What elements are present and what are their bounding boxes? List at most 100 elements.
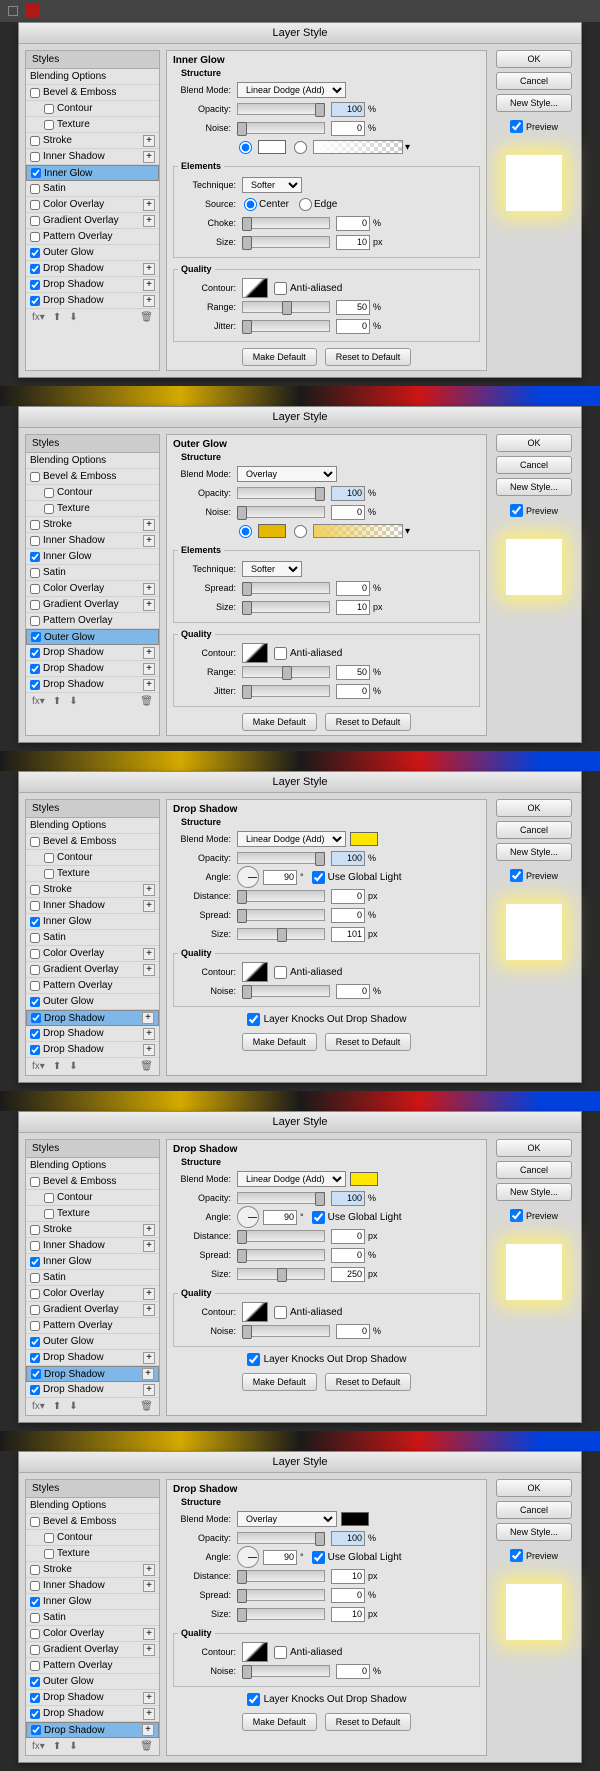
value-input[interactable]: [336, 235, 370, 250]
slider[interactable]: [242, 601, 330, 613]
add-effect-icon[interactable]: +: [143, 1240, 155, 1252]
antialias-checkbox[interactable]: [274, 282, 287, 295]
slider[interactable]: [237, 487, 325, 499]
style-item-color_overlay[interactable]: Color Overlay+: [26, 197, 159, 213]
slider[interactable]: [237, 1532, 325, 1544]
style-item-satin[interactable]: Satin: [26, 565, 159, 581]
style-checkbox[interactable]: [30, 680, 40, 690]
add-effect-icon[interactable]: +: [143, 199, 155, 211]
add-effect-icon[interactable]: +: [143, 519, 155, 531]
style-item-contour[interactable]: Contour: [26, 101, 159, 117]
style-checkbox[interactable]: [30, 1305, 40, 1315]
style-item-gradient_overlay[interactable]: Gradient Overlay+: [26, 1642, 159, 1658]
slider[interactable]: [242, 236, 330, 248]
style-item-pattern_overlay[interactable]: Pattern Overlay: [26, 613, 159, 629]
gradient-menu-icon[interactable]: ▾: [405, 526, 410, 537]
make-default-button[interactable]: Make Default: [242, 713, 317, 731]
make-default-button[interactable]: Make Default: [242, 1713, 317, 1731]
knockout-checkbox[interactable]: [247, 1693, 260, 1706]
new-style-button[interactable]: New Style...: [496, 478, 572, 496]
style-item-inner_glow[interactable]: Inner Glow: [26, 914, 159, 930]
style-checkbox[interactable]: [44, 1549, 54, 1559]
color-swatch[interactable]: [350, 1172, 378, 1186]
style-item-drop_shadow_2[interactable]: Drop Shadow+: [26, 1366, 159, 1382]
move-up-icon[interactable]: ⬆: [53, 1061, 61, 1072]
new-style-button[interactable]: New Style...: [496, 1523, 572, 1541]
slider[interactable]: [237, 1570, 325, 1582]
angle-dial[interactable]: [237, 1206, 259, 1228]
add-effect-icon[interactable]: +: [143, 151, 155, 163]
color-swatch[interactable]: [350, 832, 378, 846]
style-checkbox[interactable]: [44, 104, 54, 114]
style-item-inner_glow[interactable]: Inner Glow: [26, 165, 159, 181]
slider[interactable]: [242, 985, 330, 997]
style-checkbox[interactable]: [31, 168, 41, 178]
trash-icon[interactable]: 🗑: [140, 1401, 153, 1412]
style-item-texture[interactable]: Texture: [26, 501, 159, 517]
preview-checkbox[interactable]: Preview: [510, 120, 558, 133]
slider[interactable]: [237, 1608, 325, 1620]
add-effect-icon[interactable]: +: [143, 900, 155, 912]
style-checkbox[interactable]: [30, 600, 40, 610]
global-light-checkbox[interactable]: [312, 1551, 325, 1564]
preview-checkbox[interactable]: Preview: [510, 1209, 558, 1222]
new-style-button[interactable]: New Style...: [496, 94, 572, 112]
style-item-inner_shadow[interactable]: Inner Shadow+: [26, 1578, 159, 1594]
slider[interactable]: [237, 122, 325, 134]
slider[interactable]: [242, 217, 330, 229]
style-item-outer_glow[interactable]: Outer Glow: [26, 245, 159, 261]
contour-swatch[interactable]: [242, 1642, 268, 1662]
blend-mode-select[interactable]: Linear Dodge (Add): [237, 1171, 346, 1187]
cancel-button[interactable]: Cancel: [496, 72, 572, 90]
style-checkbox[interactable]: [30, 949, 40, 959]
value-input[interactable]: [336, 1324, 370, 1339]
value-input[interactable]: [331, 1229, 365, 1244]
trash-icon[interactable]: 🗑: [140, 1061, 153, 1072]
style-checkbox[interactable]: [30, 1565, 40, 1575]
angle-dial[interactable]: [237, 1546, 259, 1568]
value-input[interactable]: [331, 1191, 365, 1206]
move-up-icon[interactable]: ⬆: [53, 696, 61, 707]
add-effect-icon[interactable]: +: [143, 135, 155, 147]
color-swatch[interactable]: [258, 524, 286, 538]
slider[interactable]: [237, 1249, 325, 1261]
style-checkbox[interactable]: [44, 1533, 54, 1543]
gradient-radio[interactable]: [294, 525, 307, 538]
style-item-color_overlay[interactable]: Color Overlay+: [26, 946, 159, 962]
style-item-inner_glow[interactable]: Inner Glow: [26, 549, 159, 565]
color-swatch[interactable]: [341, 1512, 369, 1526]
add-effect-icon[interactable]: +: [143, 215, 155, 227]
style-item-stroke[interactable]: Stroke+: [26, 1562, 159, 1578]
ok-button[interactable]: OK: [496, 434, 572, 452]
fx-icon[interactable]: fx▾: [32, 1741, 45, 1752]
value-input[interactable]: [331, 1248, 365, 1263]
move-down-icon[interactable]: ⬇: [69, 1741, 77, 1752]
style-item-drop_shadow_3[interactable]: Drop Shadow+: [26, 1382, 159, 1398]
fx-icon[interactable]: fx▾: [32, 1061, 45, 1072]
global-light-checkbox[interactable]: [312, 1211, 325, 1224]
gradient-radio[interactable]: [294, 141, 307, 154]
style-item-inner_glow[interactable]: Inner Glow: [26, 1254, 159, 1270]
value-input[interactable]: [336, 684, 370, 699]
style-item-blending_options[interactable]: Blending Options: [26, 1498, 159, 1514]
angle-dial[interactable]: [237, 866, 259, 888]
add-effect-icon[interactable]: +: [143, 647, 155, 659]
style-item-inner_shadow[interactable]: Inner Shadow+: [26, 533, 159, 549]
make-default-button[interactable]: Make Default: [242, 348, 317, 366]
slider[interactable]: [237, 1192, 325, 1204]
add-effect-icon[interactable]: +: [143, 1628, 155, 1640]
style-item-drop_shadow_3[interactable]: Drop Shadow+: [26, 1042, 159, 1058]
style-checkbox[interactable]: [30, 901, 40, 911]
style-checkbox[interactable]: [30, 88, 40, 98]
style-item-pattern_overlay[interactable]: Pattern Overlay: [26, 229, 159, 245]
style-checkbox[interactable]: [30, 1645, 40, 1655]
style-checkbox[interactable]: [30, 264, 40, 274]
slider[interactable]: [242, 1325, 330, 1337]
move-down-icon[interactable]: ⬇: [69, 696, 77, 707]
antialias-checkbox[interactable]: [274, 1646, 287, 1659]
slider[interactable]: [242, 320, 330, 332]
move-down-icon[interactable]: ⬇: [69, 312, 77, 323]
add-effect-icon[interactable]: +: [143, 1288, 155, 1300]
style-checkbox[interactable]: [30, 1225, 40, 1235]
add-effect-icon[interactable]: +: [143, 1304, 155, 1316]
